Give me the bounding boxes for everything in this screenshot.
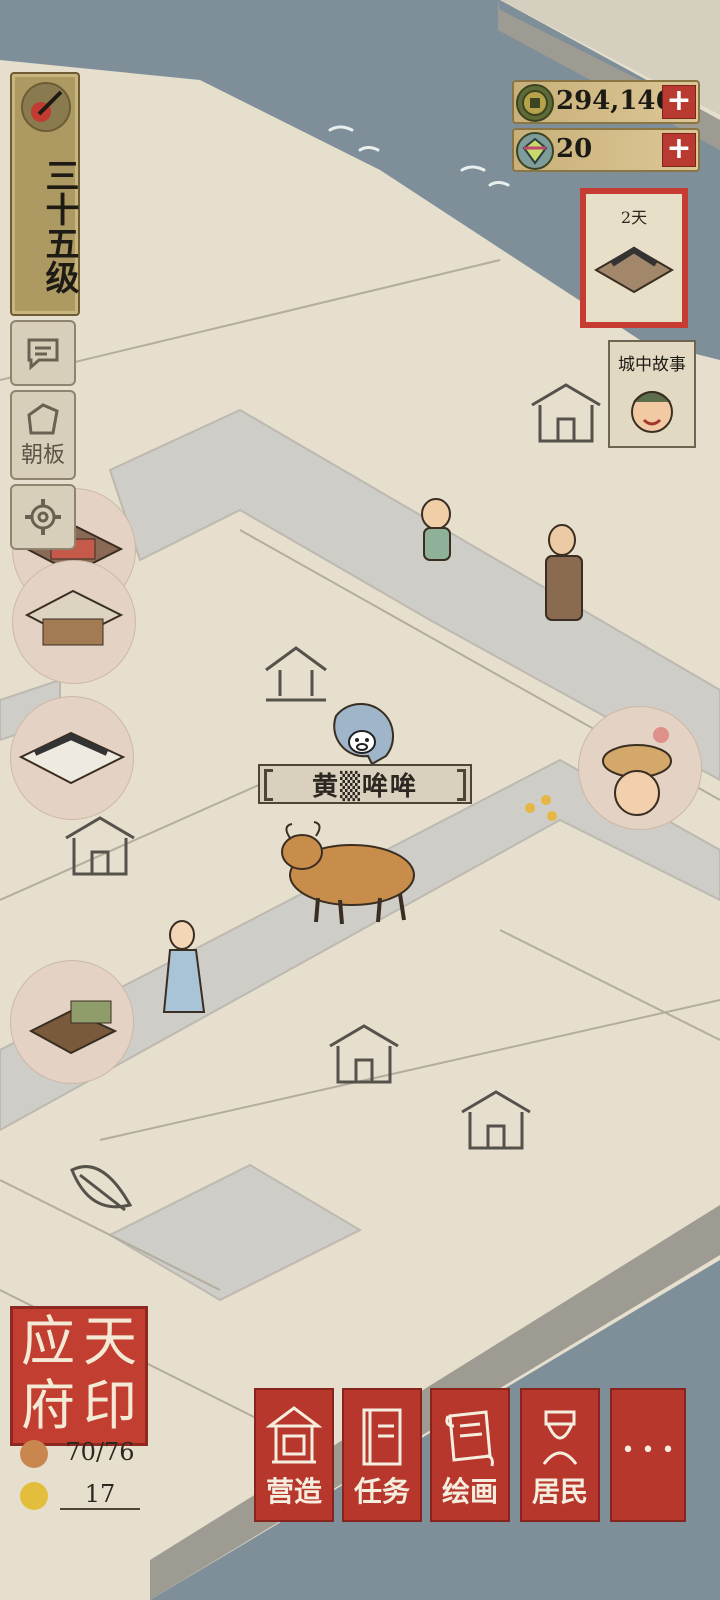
painting-label: 绘画 <box>441 1475 498 1508</box>
more-button[interactable]: • • • <box>610 1388 686 1522</box>
jade-gem-icon <box>516 132 554 170</box>
book-icon <box>362 1408 402 1466</box>
chat-button[interactable] <box>10 320 76 386</box>
settings-button[interactable] <box>10 484 76 550</box>
pavilion-icon <box>266 1406 322 1464</box>
copper-coin-icon <box>516 84 554 122</box>
population-value: 70/76 <box>65 1438 135 1466</box>
storyteller-portrait-icon <box>631 391 673 433</box>
painting-button[interactable]: 绘画 <box>430 1388 510 1522</box>
gem-counter: 20 + <box>512 128 700 172</box>
add-coins-button[interactable]: + <box>662 85 696 119</box>
build-button[interactable]: 营造 <box>254 1388 334 1522</box>
official-portrait-icon <box>542 1410 578 1465</box>
chat-bubble-icon <box>27 338 59 370</box>
scroll-icon <box>445 1410 494 1467</box>
city-name-char: 天 <box>83 1310 137 1373</box>
residents-label: 居民 <box>531 1475 588 1508</box>
vendor-portrait-icon <box>602 727 672 816</box>
build-label: 营造 <box>265 1475 322 1508</box>
happiness-stat: 17 <box>16 1478 140 1516</box>
city-story-label: 城中故事 <box>618 355 686 375</box>
residents-button[interactable]: 居民 <box>520 1388 600 1522</box>
city-name: 应 天 府 印 <box>17 1311 141 1439</box>
smiley-icon <box>20 1482 48 1510</box>
event-card[interactable]: 2天 <box>580 188 688 328</box>
pig-face-icon <box>342 720 382 760</box>
gem-value: 20 <box>556 134 593 164</box>
tasks-label: 任务 <box>353 1475 410 1508</box>
city-name-char: 府 <box>21 1374 75 1437</box>
gear-icon <box>25 499 61 535</box>
city-name-char: 应 <box>21 1310 75 1373</box>
build-bubble-residence[interactable] <box>10 696 134 820</box>
npc-name: 黄▒哞哞 <box>312 771 418 802</box>
board-icon <box>27 403 59 435</box>
population-stat: 70/76 <box>16 1436 140 1474</box>
board-label: 朝板 <box>20 443 65 468</box>
build-bubble-workshop[interactable] <box>12 560 136 684</box>
city-story-card[interactable]: 城中故事 <box>608 340 696 448</box>
event-building-icon <box>594 246 674 294</box>
coin-counter: 294,146 + <box>512 80 700 124</box>
npc-name-tag[interactable]: 黄▒哞哞 <box>258 764 472 804</box>
more-dots: • • • <box>621 1438 675 1463</box>
level-label: 三十五级 <box>39 158 79 294</box>
vendor-bubble[interactable] <box>578 706 702 830</box>
level-panel[interactable]: 三十五级 <box>10 72 80 316</box>
city-name-char: 印 <box>83 1374 137 1437</box>
stall-icon <box>28 1000 118 1055</box>
add-gems-button[interactable]: + <box>662 133 696 167</box>
city-seal[interactable]: 应 天 府 印 <box>10 1306 148 1446</box>
board-button[interactable]: 朝板 <box>10 390 76 480</box>
tasks-button[interactable]: 任务 <box>342 1388 422 1522</box>
event-timer: 2天 <box>620 208 648 227</box>
brush-emblem-icon <box>21 82 71 132</box>
residence-icon <box>18 731 126 785</box>
coin-value: 294,146 <box>556 86 674 116</box>
farmer-icon <box>20 1440 48 1468</box>
workshop-icon <box>24 589 124 646</box>
build-bubble-stall[interactable] <box>10 960 134 1084</box>
happiness-value: 17 <box>60 1480 140 1510</box>
